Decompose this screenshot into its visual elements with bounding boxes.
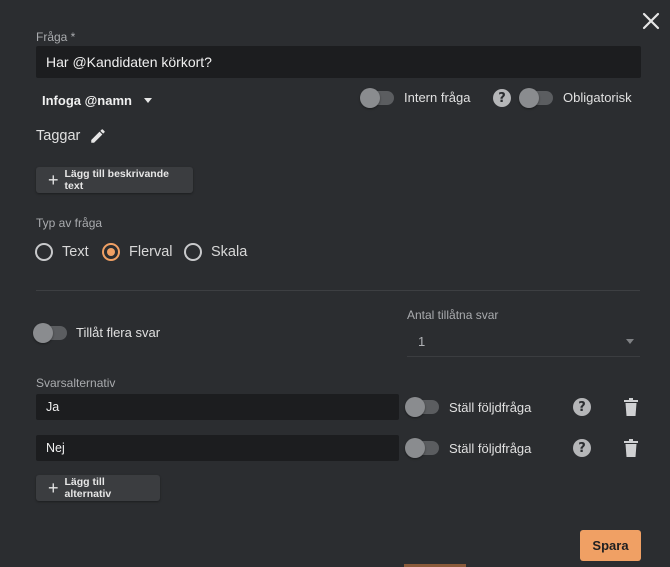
- follow-up-toggle[interactable]: [405, 438, 439, 458]
- toggle-knob: [33, 323, 53, 343]
- follow-up-toggle[interactable]: [405, 397, 439, 417]
- radio-flerval-label: Flerval: [129, 244, 173, 260]
- help-icon[interactable]: ?: [573, 398, 591, 416]
- toggle-knob: [519, 88, 539, 108]
- follow-up-label: Ställ följdfråga: [449, 441, 532, 456]
- radio-text[interactable]: [35, 243, 53, 261]
- radio-text-label: Text: [62, 244, 89, 260]
- toggle-knob: [405, 438, 425, 458]
- toggle-knob: [360, 88, 380, 108]
- internal-question-label: Intern fråga: [404, 90, 471, 105]
- allow-multiple-label: Tillåt flera svar: [76, 325, 161, 340]
- trash-icon[interactable]: [624, 398, 638, 416]
- add-alternative-button[interactable]: + Lägg till alternativ: [36, 475, 160, 501]
- divider: [36, 290, 640, 291]
- internal-question-toggle[interactable]: [360, 88, 394, 108]
- mandatory-toggle[interactable]: [519, 88, 553, 108]
- answer-input[interactable]: Ja: [36, 394, 399, 420]
- mandatory-label: Obligatorisk: [563, 90, 632, 105]
- add-description-button[interactable]: + Lägg till beskrivande text: [36, 167, 193, 193]
- help-icon[interactable]: ?: [573, 439, 591, 457]
- plus-icon: +: [48, 170, 59, 190]
- add-description-label: Lägg till beskrivande text: [64, 168, 169, 192]
- question-label: Fråga *: [36, 30, 76, 44]
- caret-down-icon[interactable]: [626, 339, 634, 344]
- follow-up-label: Ställ följdfråga: [449, 400, 532, 415]
- question-type-label: Typ av fråga: [36, 216, 103, 230]
- insert-name-dropdown[interactable]: Infoga @namn: [42, 90, 152, 110]
- caret-down-icon: [143, 97, 152, 103]
- toggle-knob: [405, 397, 425, 417]
- add-alternative-label: Lägg till alternativ: [64, 476, 112, 500]
- close-icon[interactable]: [640, 10, 662, 32]
- trash-icon[interactable]: [624, 439, 638, 457]
- question-input[interactable]: Har @Kandidaten körkort?: [36, 46, 641, 78]
- radio-skala-label: Skala: [211, 244, 248, 260]
- radio-flerval[interactable]: [102, 243, 120, 261]
- allowed-answers-label: Antal tillåtna svar: [407, 308, 499, 322]
- select-underline: [407, 356, 640, 357]
- allowed-answers-select[interactable]: 1: [418, 334, 425, 349]
- answers-label: Svarsalternativ: [36, 376, 116, 390]
- tags-label: Taggar: [36, 128, 81, 144]
- answer-input[interactable]: Nej: [36, 435, 399, 461]
- help-icon[interactable]: ?: [493, 89, 511, 107]
- allow-multiple-toggle[interactable]: [33, 323, 67, 343]
- insert-name-label: Infoga @namn: [42, 92, 132, 108]
- radio-skala[interactable]: [184, 243, 202, 261]
- save-button[interactable]: Spara: [580, 530, 641, 561]
- pencil-icon[interactable]: [89, 127, 107, 145]
- plus-icon: +: [48, 478, 59, 498]
